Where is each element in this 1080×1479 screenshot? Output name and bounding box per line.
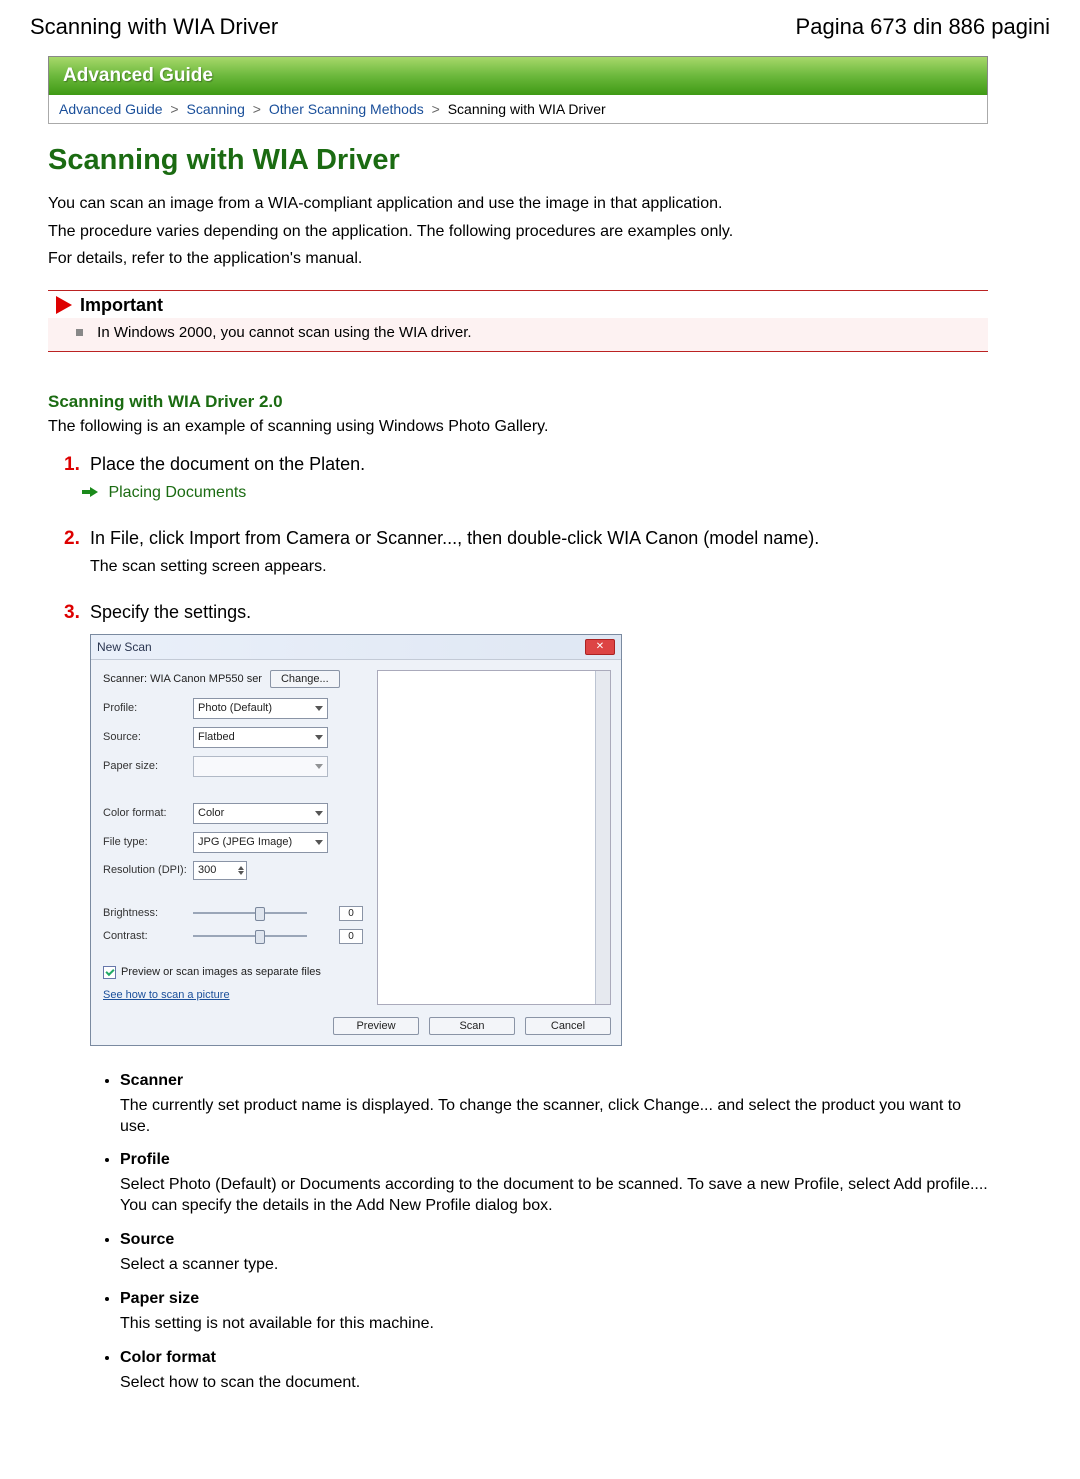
breadcrumb-current: Scanning with WIA Driver	[448, 101, 606, 117]
step-number: 2.	[64, 528, 90, 550]
close-icon[interactable]: ✕	[585, 639, 615, 655]
section-text: The following is an example of scanning …	[48, 418, 988, 436]
step-text: In File, click Import from Camera or Sca…	[90, 528, 819, 549]
important-heading: Important	[80, 295, 163, 316]
page-header: Scanning with WIA Driver Pagina 673 din …	[0, 0, 1080, 46]
breadcrumb: Advanced Guide > Scanning > Other Scanni…	[48, 95, 988, 124]
def-term: Source	[120, 1231, 988, 1249]
def-desc: Select how to scan the document.	[120, 1373, 988, 1394]
chevron-down-icon	[315, 811, 323, 816]
header-right: Pagina 673 din 886 pagini	[796, 14, 1050, 40]
source-select[interactable]: Flatbed	[193, 727, 328, 748]
intro: You can scan an image from a WIA-complia…	[48, 193, 988, 270]
breadcrumb-link-3[interactable]: Other Scanning Methods	[269, 101, 424, 117]
def-term: Scanner	[120, 1072, 988, 1090]
brightness-label: Brightness:	[103, 907, 193, 919]
paper-size-select	[193, 756, 328, 777]
breadcrumb-sep: >	[253, 101, 261, 117]
important-icon	[56, 296, 72, 314]
step-number: 3.	[64, 602, 90, 624]
def-term: Paper size	[120, 1290, 988, 1308]
paper-size-label: Paper size:	[103, 760, 193, 772]
section-heading: Scanning with WIA Driver 2.0	[48, 392, 988, 412]
def-desc: Select a scanner type.	[120, 1255, 988, 1276]
intro-line: The procedure varies depending on the ap…	[48, 221, 988, 243]
chevron-down-icon	[315, 840, 323, 845]
separate-files-checkbox[interactable]	[103, 966, 116, 979]
file-type-select[interactable]: JPG (JPEG Image)	[193, 832, 328, 853]
preview-button[interactable]: Preview	[333, 1017, 419, 1035]
def-desc: Select Photo (Default) or Documents acco…	[120, 1175, 988, 1217]
def-desc: The currently set product name is displa…	[120, 1096, 988, 1138]
chevron-down-icon	[315, 764, 323, 769]
def-term: Profile	[120, 1151, 988, 1169]
change-button[interactable]: Change...	[270, 670, 340, 688]
help-link[interactable]: See how to scan a picture	[103, 989, 230, 1001]
important-text: In Windows 2000, you cannot scan using t…	[97, 324, 471, 341]
scanner-label: Scanner: WIA Canon MP550 ser	[103, 673, 262, 685]
separate-files-label: Preview or scan images as separate files	[121, 966, 321, 978]
new-scan-dialog: New Scan ✕ Scanner: WIA Canon MP550 ser …	[90, 634, 622, 1046]
breadcrumb-sep: >	[432, 101, 440, 117]
step-number: 1.	[64, 454, 90, 476]
steps-list: 1. Place the document on the Platen. Pla…	[48, 454, 988, 1394]
resolution-stepper[interactable]: 300	[193, 861, 247, 880]
step-text: Place the document on the Platen.	[90, 454, 365, 475]
guide-banner: Advanced Guide	[48, 56, 988, 95]
color-format-label: Color format:	[103, 807, 193, 819]
dialog-title: New Scan	[97, 640, 152, 654]
color-format-select[interactable]: Color	[193, 803, 328, 824]
source-label: Source:	[103, 731, 193, 743]
chevron-down-icon	[315, 735, 323, 740]
definitions-list: Scanner The currently set product name i…	[64, 1072, 988, 1394]
contrast-label: Contrast:	[103, 930, 193, 942]
intro-line: You can scan an image from a WIA-complia…	[48, 193, 988, 215]
brightness-value: 0	[339, 906, 363, 921]
preview-area	[377, 670, 611, 1005]
intro-line: For details, refer to the application's …	[48, 248, 988, 270]
contrast-value: 0	[339, 929, 363, 944]
step-text: Specify the settings.	[90, 602, 251, 623]
brightness-slider[interactable]	[193, 906, 333, 920]
scan-button[interactable]: Scan	[429, 1017, 515, 1035]
page-title: Scanning with WIA Driver	[48, 144, 988, 177]
bullet-icon	[76, 329, 83, 336]
contrast-slider[interactable]	[193, 929, 333, 943]
placing-documents-link[interactable]: Placing Documents	[108, 484, 246, 501]
breadcrumb-link-1[interactable]: Advanced Guide	[59, 101, 163, 117]
def-term: Color format	[120, 1349, 988, 1367]
breadcrumb-link-2[interactable]: Scanning	[187, 101, 245, 117]
header-left: Scanning with WIA Driver	[30, 14, 278, 40]
important-box: Important In Windows 2000, you cannot sc…	[48, 290, 988, 352]
arrow-right-icon	[90, 487, 98, 497]
profile-select[interactable]: Photo (Default)	[193, 698, 328, 719]
scrollbar[interactable]	[595, 671, 610, 1004]
file-type-label: File type:	[103, 836, 193, 848]
def-desc: This setting is not available for this m…	[120, 1314, 988, 1335]
resolution-label: Resolution (DPI):	[103, 864, 193, 876]
step-sub: The scan setting screen appears.	[90, 558, 988, 576]
profile-label: Profile:	[103, 702, 193, 714]
cancel-button[interactable]: Cancel	[525, 1017, 611, 1035]
breadcrumb-sep: >	[170, 101, 178, 117]
chevron-down-icon	[315, 706, 323, 711]
